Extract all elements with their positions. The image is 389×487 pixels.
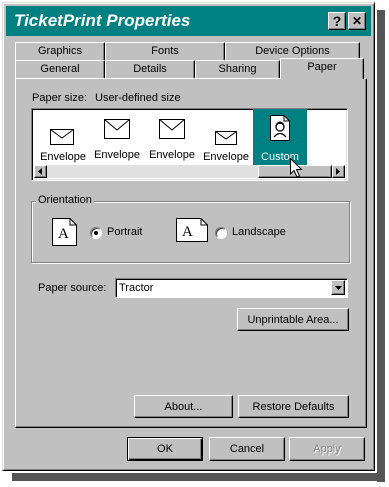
tab-panel-paper [15, 78, 367, 428]
window-shadow-bottom [12, 473, 385, 481]
tab-label: Paper [307, 61, 337, 73]
tab-label: Device Options [255, 45, 330, 57]
tab-label: General [40, 63, 80, 75]
tab-general[interactable]: General [15, 60, 105, 78]
tab-paper[interactable]: Paper [280, 58, 364, 79]
tab-label: Fonts [151, 45, 179, 57]
help-icon: ? [332, 13, 342, 29]
tab-label: Graphics [37, 45, 83, 57]
tab-details[interactable]: Details [105, 60, 195, 78]
help-button[interactable]: ? [328, 12, 346, 30]
tab-label: Sharing [218, 63, 257, 75]
window-title: TicketPrint Properties [14, 11, 191, 30]
window-shadow-right [377, 10, 385, 482]
tab-fonts[interactable]: Fonts [105, 42, 225, 60]
close-button[interactable]: ✕ [348, 12, 366, 30]
tab-sharing[interactable]: Sharing [195, 60, 280, 78]
tab-graphics[interactable]: Graphics [15, 42, 105, 60]
close-icon: ✕ [351, 14, 363, 28]
title-bar[interactable]: TicketPrint Properties ? ✕ [6, 6, 371, 36]
tab-label: Details [133, 63, 167, 75]
